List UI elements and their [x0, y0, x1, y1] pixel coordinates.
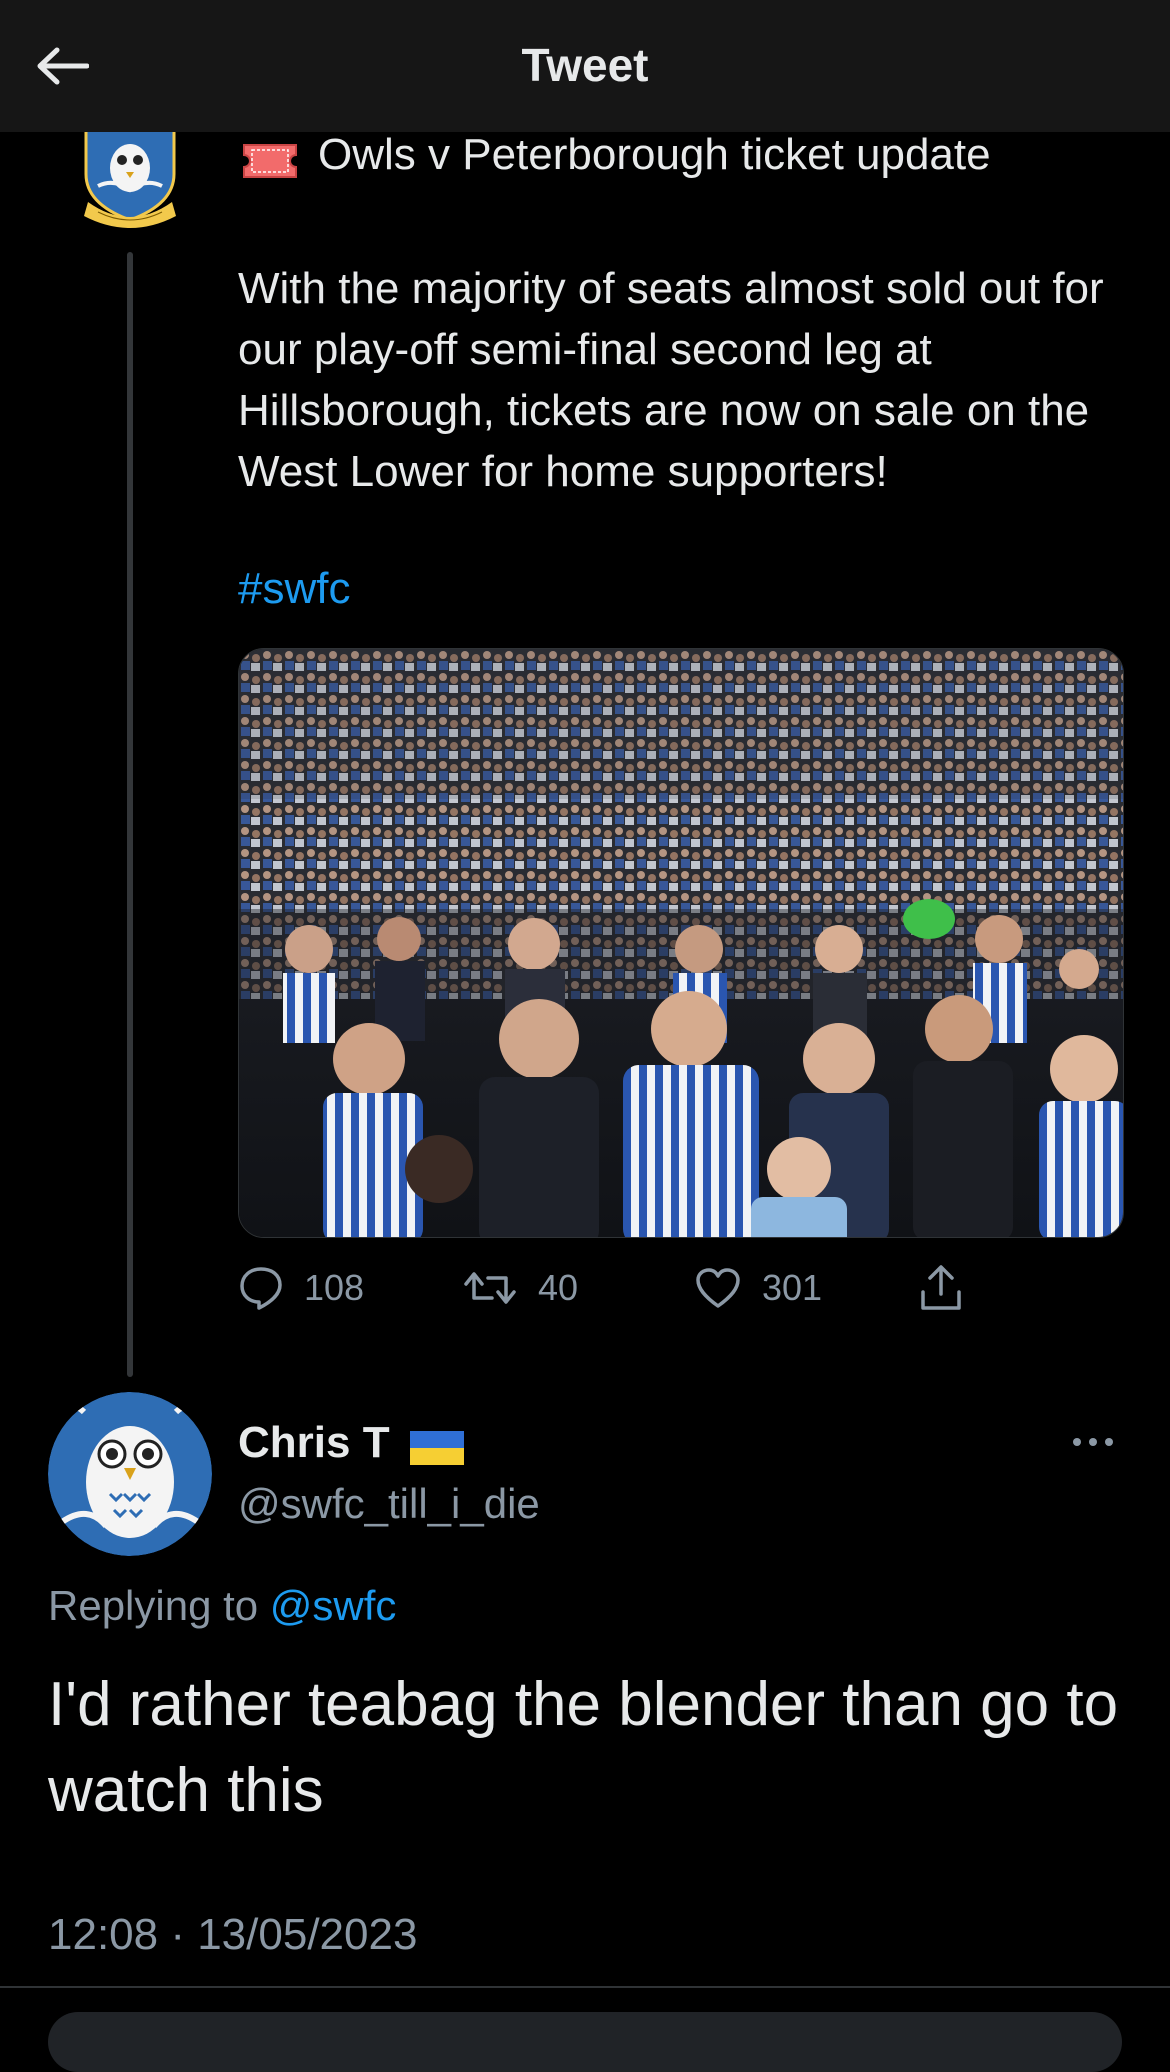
like-count: 301 [762, 1267, 823, 1308]
reply-button[interactable]: 108 [238, 1262, 364, 1314]
ticket-icon [240, 143, 300, 179]
tweet-timestamp[interactable]: 12:08 · 13/05/2023 [48, 1910, 417, 1960]
crowd-photo [239, 649, 1123, 1237]
reply-handle[interactable]: @swfc_till_i_die [238, 1480, 540, 1528]
replying-to-label: Replying to [48, 1582, 270, 1629]
ukraine-flag-icon [409, 1426, 464, 1465]
replying-to-handle-link[interactable]: @swfc [270, 1582, 397, 1629]
thread-line [127, 252, 133, 1377]
top-bar: Tweet [0, 0, 1170, 132]
more-horizontal-icon [1073, 1438, 1113, 1446]
page-title: Tweet [521, 39, 649, 91]
retweet-count: 40 [538, 1267, 579, 1308]
divider [0, 1986, 1170, 1988]
tweet-actions: 108 40 301 [238, 1262, 998, 1314]
reply-display-name[interactable]: Chris T [238, 1418, 464, 1468]
reply-text: I'd rather teabag the blender than go to… [48, 1670, 1119, 1825]
display-name-text: Chris T [238, 1418, 390, 1467]
club-crest-avatar[interactable] [80, 126, 180, 228]
reply-avatar[interactable] [48, 1392, 212, 1556]
heart-icon [696, 1268, 740, 1308]
replying-to: Replying to @swfc [48, 1582, 396, 1630]
tweet-photo-crowd[interactable] [238, 648, 1124, 1238]
reply-count: 108 [304, 1267, 365, 1308]
retweet-button[interactable]: 40 [462, 1262, 578, 1314]
owl-avatar-icon [48, 1392, 212, 1556]
share-icon [921, 1265, 961, 1310]
tweet-body: With the majority of seats almost sold o… [238, 264, 1104, 496]
owl-crest-icon [84, 126, 176, 228]
share-button[interactable] [918, 1262, 964, 1314]
hashtag-link[interactable]: #swfc [238, 564, 350, 614]
retweet-icon [464, 1272, 516, 1304]
like-button[interactable]: 301 [694, 1262, 822, 1314]
reply-composer-bar[interactable] [48, 2012, 1122, 2072]
reply-icon [240, 1267, 282, 1310]
more-options-button[interactable] [1068, 1422, 1118, 1462]
tweet-headline: Owls v Peterborough ticket update [318, 130, 991, 179]
